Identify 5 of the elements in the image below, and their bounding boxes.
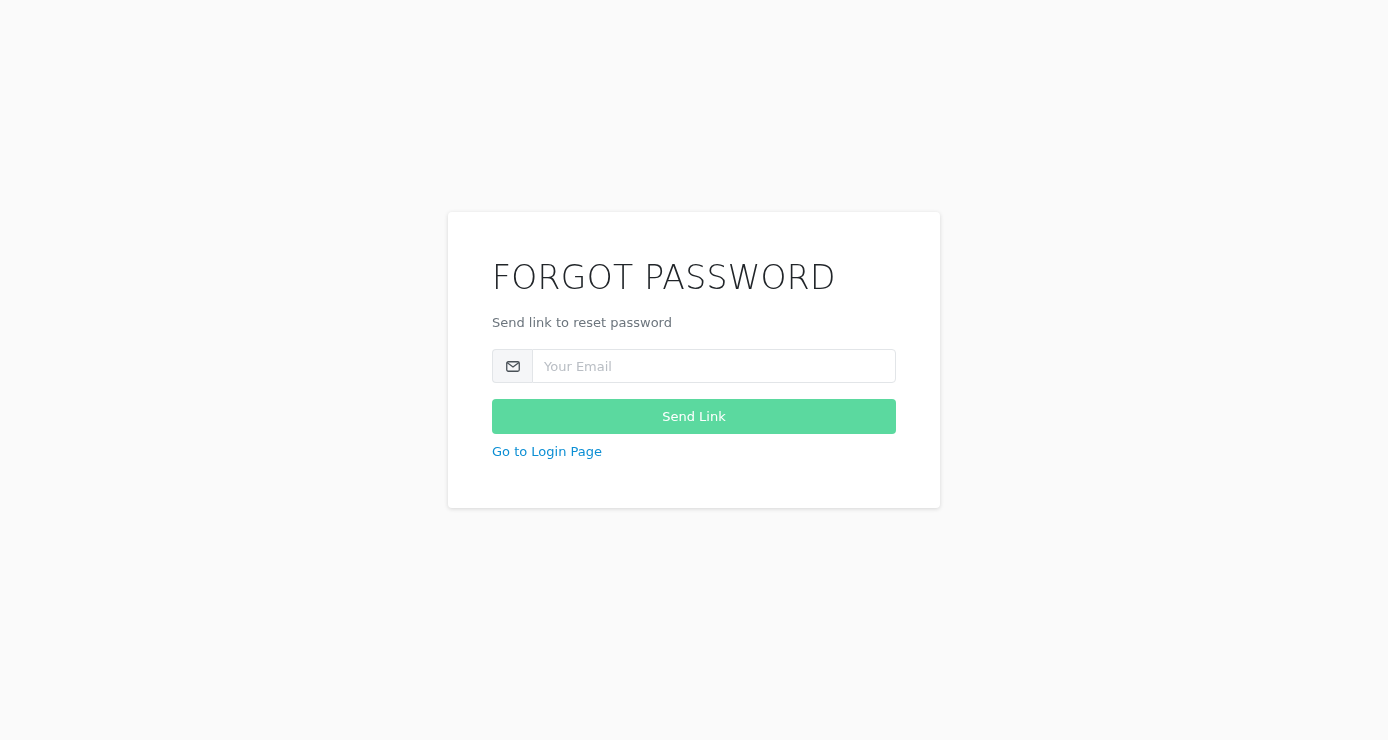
- email-field[interactable]: Your Email: [532, 349, 896, 383]
- subtitle: Send link to reset password: [492, 314, 672, 332]
- page-title: FORGOT PASSWORD: [492, 258, 836, 298]
- envelope-icon: [505, 360, 520, 372]
- login-link[interactable]: Go to Login Page: [492, 442, 603, 462]
